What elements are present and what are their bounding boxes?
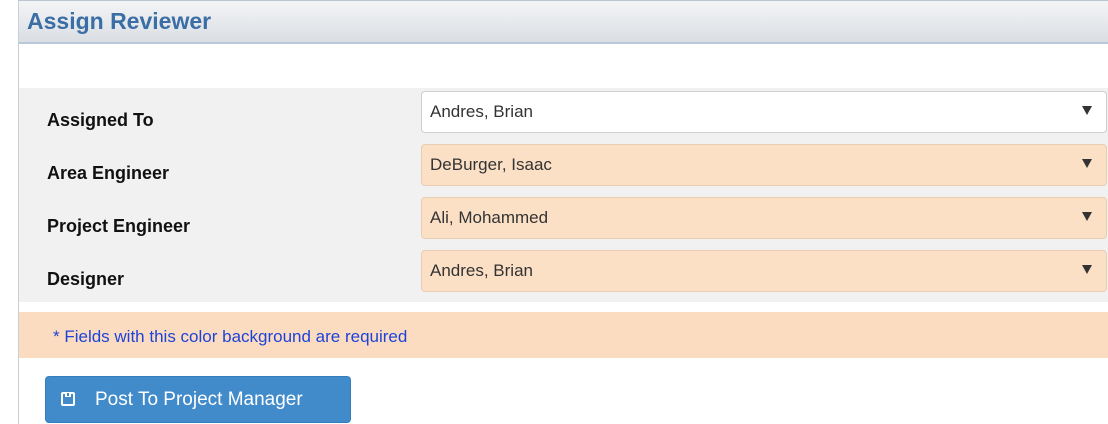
area-engineer-select[interactable]: DeBurger, Isaac bbox=[421, 144, 1107, 186]
assigned-to-select[interactable]: Andres, Brian bbox=[421, 91, 1107, 133]
dropdown-arrow-icon bbox=[1082, 106, 1092, 115]
assigned-to-label: Assigned To bbox=[47, 110, 154, 130]
assign-reviewer-panel: Assign Reviewer Assigned To Andres, Bria… bbox=[18, 0, 1108, 424]
post-button-label: Post To Project Manager bbox=[95, 389, 303, 410]
panel-title: Assign Reviewer bbox=[27, 8, 212, 34]
dropdown-arrow-icon bbox=[1082, 265, 1092, 274]
project-engineer-value: Ali, Mohammed bbox=[430, 208, 549, 227]
required-fields-notice: * Fields with this color background are … bbox=[19, 312, 1108, 358]
designer-value: Andres, Brian bbox=[430, 261, 533, 280]
required-fields-notice-text: * Fields with this color background are … bbox=[53, 327, 408, 346]
save-icon bbox=[61, 392, 75, 406]
assigned-to-value: Andres, Brian bbox=[430, 102, 533, 121]
project-engineer-select[interactable]: Ali, Mohammed bbox=[421, 197, 1107, 239]
dropdown-arrow-icon bbox=[1082, 212, 1092, 221]
designer-label: Designer bbox=[47, 269, 125, 289]
area-engineer-value: DeBurger, Isaac bbox=[430, 155, 552, 174]
reviewer-form: Assigned To Andres, Brian Area Engineer … bbox=[19, 88, 1108, 302]
dropdown-arrow-icon bbox=[1082, 159, 1092, 168]
post-to-project-manager-button[interactable]: Post To Project Manager bbox=[45, 376, 351, 423]
panel-header: Assign Reviewer bbox=[19, 0, 1108, 44]
project-engineer-label: Project Engineer bbox=[47, 216, 191, 236]
designer-select[interactable]: Andres, Brian bbox=[421, 250, 1107, 292]
area-engineer-label: Area Engineer bbox=[47, 163, 170, 183]
